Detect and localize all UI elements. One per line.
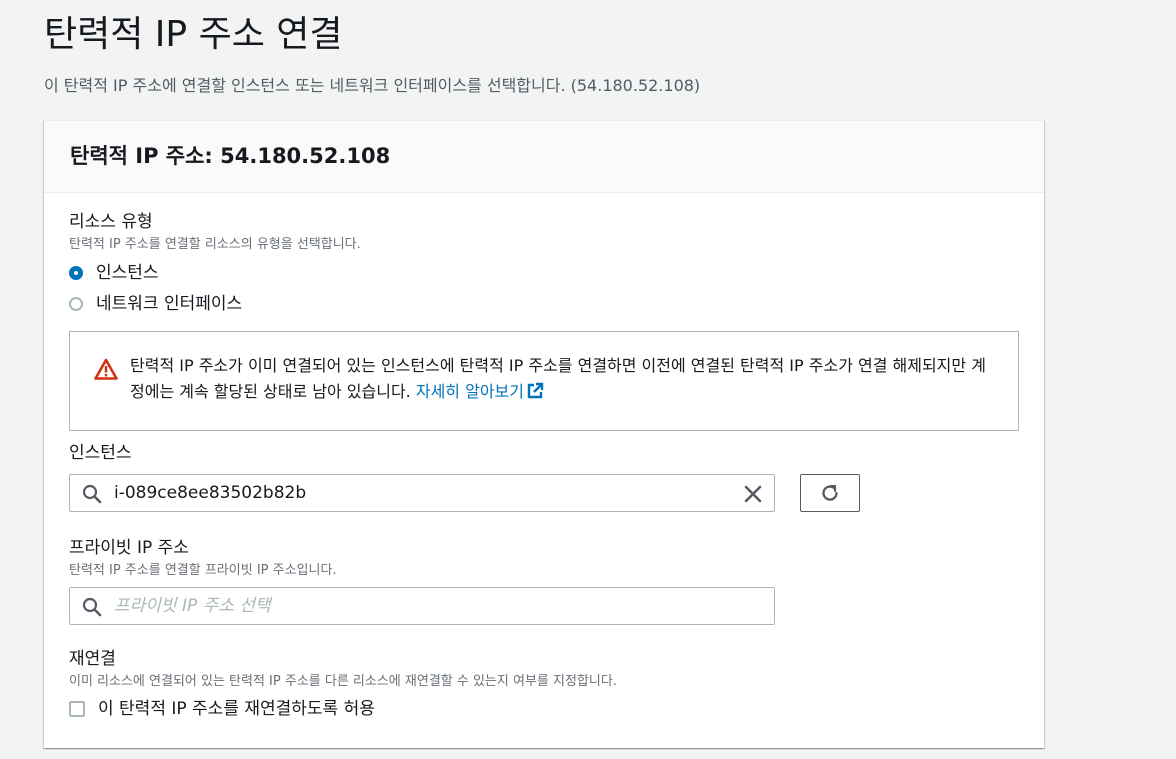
radio-network-interface[interactable]: 네트워크 인터페이스 [69,293,242,315]
refresh-button[interactable] [800,474,860,512]
radio-instance-control[interactable] [69,266,83,280]
alert-text: 탄력적 IP 주소가 이미 연결되어 있는 인스턴스에 탄력적 IP 주소를 연… [130,356,986,401]
radio-instance[interactable]: 인스턴스 [69,262,159,284]
page-title: 탄력적 IP 주소 연결 [44,14,343,55]
allow-reassociation-option[interactable]: 이 탄력적 IP 주소를 재연결하도록 허용 [69,698,375,720]
instance-value: i-089ce8ee83502b82b [114,483,307,503]
private-ip-placeholder: 프라이빗 IP 주소 선택 [114,596,271,616]
search-icon [82,597,102,617]
allow-reassociation-checkbox[interactable] [69,701,85,717]
reassociation-label: 재연결 [69,649,116,669]
private-ip-hint: 탄력적 IP 주소를 연결할 프라이빗 IP 주소입니다. [69,563,337,578]
panel-header: 탄력적 IP 주소: 54.180.52.108 [44,121,1044,193]
instance-label: 인스턴스 [69,443,132,463]
radio-network-interface-label: 네트워크 인터페이스 [96,294,243,314]
allow-reassociation-label: 이 탄력적 IP 주소를 재연결하도록 허용 [98,699,375,719]
warning-alert: 탄력적 IP 주소가 이미 연결되어 있는 인스턴스에 탄력적 IP 주소를 연… [69,331,1019,431]
private-ip-label: 프라이빗 IP 주소 [69,538,189,558]
learn-more-link[interactable]: 자세히 알아보기 [416,382,544,401]
private-ip-select[interactable]: 프라이빗 IP 주소 선택 [69,587,775,625]
radio-instance-label: 인스턴스 [96,263,159,283]
resource-type-label: 리소스 유형 [69,212,153,232]
refresh-icon [822,485,838,501]
reassociation-hint: 이미 리소스에 연결되어 있는 탄력적 IP 주소를 다른 리소스에 재연결할 … [69,674,617,689]
page-description: 이 탄력적 IP 주소에 연결할 인스턴스 또는 네트워크 인터페이스를 선택합… [44,76,701,95]
search-icon [82,484,102,504]
warning-icon [94,358,118,380]
panel-title: 탄력적 IP 주소: 54.180.52.108 [70,144,391,168]
external-link-icon [527,382,544,399]
associate-panel: 탄력적 IP 주소: 54.180.52.108 리소스 유형 탄력적 IP 주… [44,120,1044,748]
learn-more-link-text: 자세히 알아보기 [415,382,524,401]
radio-network-interface-control[interactable] [69,297,83,311]
resource-type-hint: 탄력적 IP 주소를 연결할 리소스의 유형을 선택합니다. [69,237,361,252]
instance-search-input[interactable]: i-089ce8ee83502b82b [69,474,775,512]
alert-message: 탄력적 IP 주소가 이미 연결되어 있는 인스턴스에 탄력적 IP 주소를 연… [130,353,1000,405]
clear-icon[interactable] [742,483,764,505]
